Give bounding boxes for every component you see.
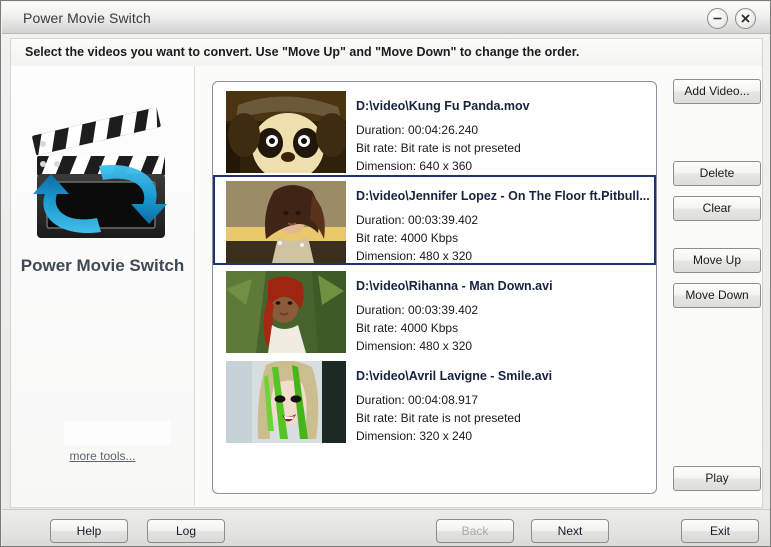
add-video-button[interactable]: Add Video... [673,79,761,104]
more-tools-link[interactable]: more tools... [11,449,194,463]
move-down-button[interactable]: Move Down [673,283,761,308]
close-icon [741,14,750,23]
video-path: D:\video\Kung Fu Panda.mov [356,99,530,113]
video-dimension: Dimension: 480 x 320 [356,339,473,353]
video-list-item[interactable]: D:\video\Kung Fu Panda.mov Duration: 00:… [213,85,656,175]
next-button[interactable]: Next [531,519,609,543]
video-dimension: Dimension: 480 x 320 [356,249,473,263]
exit-button[interactable]: Exit [681,519,759,543]
instruction-bar: Select the videos you want to convert. U… [10,38,763,66]
video-list[interactable]: D:\video\Kung Fu Panda.mov Duration: 00:… [212,81,657,494]
instruction-text: Select the videos you want to convert. U… [25,45,580,59]
video-path: D:\video\Rihanna - Man Down.avi [356,279,553,293]
more-tools-box [64,421,170,445]
delete-button[interactable]: Delete [673,161,761,186]
video-bitrate: Bit rate: Bit rate is not preseted [356,411,521,425]
video-duration: Duration: 00:03:39.402 [356,213,479,227]
video-duration: Duration: 00:04:08.917 [356,393,479,407]
app-logo [29,107,177,243]
video-list-item[interactable]: D:\video\Jennifer Lopez - On The Floor f… [213,175,656,265]
footer-bar: Help Log Back Next Exit [2,509,770,546]
movie-clapperboard-convert-icon [32,107,167,238]
minimize-button[interactable] [707,8,728,29]
video-list-item[interactable]: D:\video\Avril Lavigne - Smile.avi Durat… [213,355,656,445]
jennifer-lopez-thumbnail [226,181,346,263]
video-dimension: Dimension: 640 x 360 [356,159,473,173]
minimize-icon [713,17,722,20]
back-button: Back [436,519,514,543]
title-bar: Power Movie Switch [2,2,770,34]
side-button-bar: Add Video... Delete Clear Move Up Move D… [668,66,764,506]
video-list-item[interactable]: D:\video\Rihanna - Man Down.avi Duration… [213,265,656,355]
video-bitrate: Bit rate: 4000 Kbps [356,231,459,245]
video-path: D:\video\Jennifer Lopez - On The Floor f… [356,189,650,203]
video-bitrate: Bit rate: 4000 Kbps [356,321,459,335]
rihanna-thumbnail [226,271,346,353]
content-area: Power Movie Switch more tools... D:\vide… [10,66,763,508]
move-up-button[interactable]: Move Up [673,248,761,273]
help-button[interactable]: Help [50,519,128,543]
avril-lavigne-thumbnail [226,361,346,443]
kung-fu-panda-thumbnail [226,91,346,173]
brand-panel: Power Movie Switch more tools... [11,66,195,506]
video-bitrate: Bit rate: Bit rate is not preseted [356,141,521,155]
video-duration: Duration: 00:04:26.240 [356,123,479,137]
log-button[interactable]: Log [147,519,225,543]
window-title: Power Movie Switch [23,10,151,26]
close-button[interactable] [735,8,756,29]
video-dimension: Dimension: 320 x 240 [356,429,473,443]
brand-title: Power Movie Switch [20,256,185,275]
play-button[interactable]: Play [673,466,761,491]
video-path: D:\video\Avril Lavigne - Smile.avi [356,369,553,383]
video-duration: Duration: 00:03:39.402 [356,303,479,317]
app-window: Power Movie Switch Select the videos you… [0,0,771,547]
clear-button[interactable]: Clear [673,196,761,221]
